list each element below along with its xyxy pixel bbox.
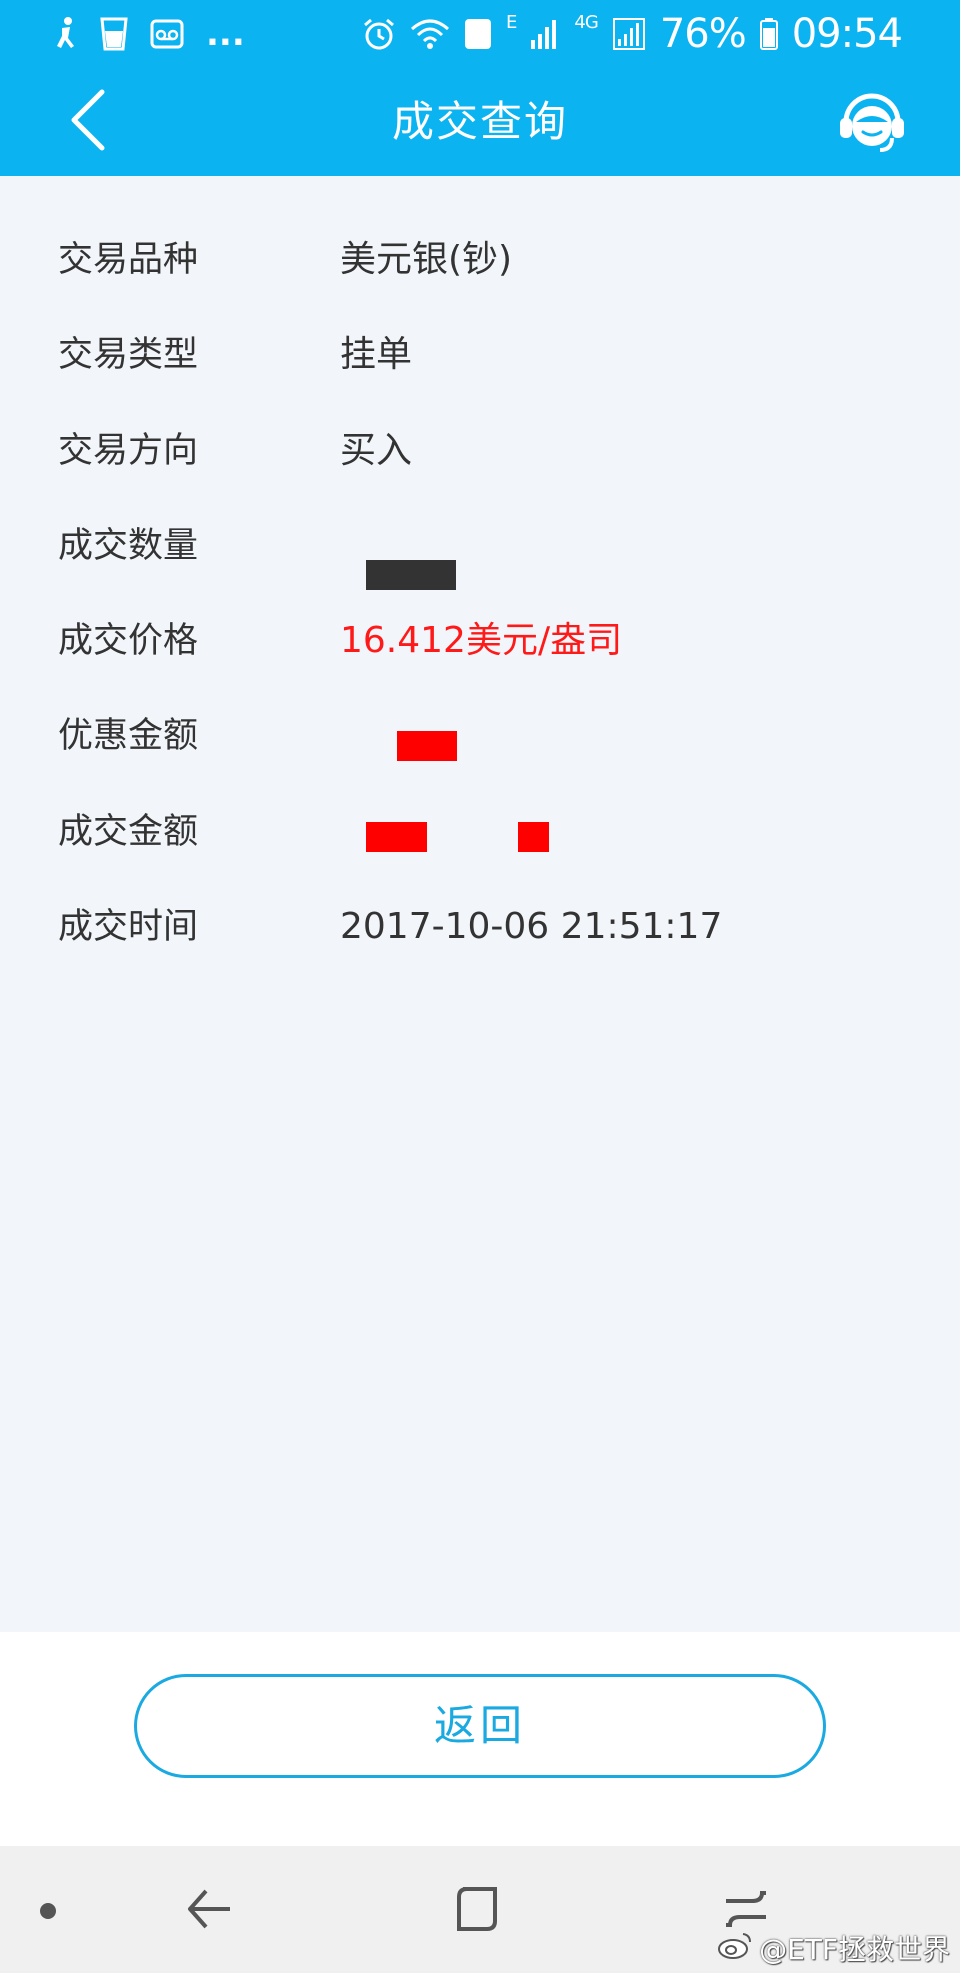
detail-row-time: 成交时间 2017-10-06 21:51:17 <box>0 887 960 967</box>
battery-icon <box>759 18 778 50</box>
action-area: 返回 <box>0 1632 960 1846</box>
detail-row-discount: 优惠金额 <box>0 696 960 776</box>
back-arrow-icon <box>186 1885 234 1937</box>
watermark-text: @ETF拯救世界 <box>759 1933 950 1966</box>
watermark: @ETF拯救世界 <box>717 1928 950 1968</box>
redaction-block <box>397 731 457 761</box>
detail-label: 交易方向 <box>58 431 199 471</box>
system-nav-bar: @ETF拯救世界 <box>0 1846 960 1973</box>
voicemail-icon <box>150 19 184 49</box>
system-back-button[interactable] <box>175 1876 245 1946</box>
customer-service-icon <box>836 93 908 162</box>
page-title: 成交查询 <box>391 97 568 146</box>
detail-row-amount: 成交金额 <box>0 792 960 872</box>
detail-label: 成交数量 <box>58 526 199 566</box>
wifi-icon <box>410 17 450 51</box>
signal-4g-icon <box>612 17 646 51</box>
detail-label: 交易类型 <box>58 335 199 375</box>
redaction-block <box>366 560 456 590</box>
detail-row-direction: 交易方向 买入 <box>0 411 960 491</box>
status-bar-right: E 4G 76% 09:54 <box>362 10 903 58</box>
detail-value: 挂单 <box>340 334 413 375</box>
signal-icon <box>530 18 560 50</box>
network-type-4g: 4G <box>574 12 598 33</box>
detail-label: 成交金额 <box>58 812 199 852</box>
detail-row-quantity: 成交数量 <box>0 506 960 590</box>
status-bar-left: ... <box>52 10 245 58</box>
detail-value: 买入 <box>340 430 413 471</box>
trade-details: 交易品种 美元银(钞) 交易类型 挂单 交易方向 买入 成交数量 成交价格 16… <box>0 176 960 1632</box>
customer-service-button[interactable] <box>836 86 908 158</box>
detail-label: 交易品种 <box>58 240 199 280</box>
screen: ... E 4G 76% 09:54 成交查询 交易品种 美元银(钞) 交易类型… <box>0 0 960 1973</box>
nav-bar: 成交查询 <box>0 68 960 176</box>
cup-icon <box>100 17 128 51</box>
status-bar: ... E 4G 76% 09:54 <box>0 0 960 68</box>
detail-value-price: 16.412美元/盎司 <box>340 620 623 661</box>
recents-icon <box>453 1885 501 1937</box>
detail-label: 成交价格 <box>58 621 199 661</box>
redaction-block <box>518 822 549 852</box>
sim-slot-badge <box>464 18 492 50</box>
detail-row-type: 交易类型 挂单 <box>0 315 960 395</box>
detail-value: 2017-10-06 21:51:17 <box>340 906 723 947</box>
clock: 09:54 <box>791 11 903 57</box>
dot-icon[interactable] <box>40 1903 56 1919</box>
alarm-icon <box>362 17 396 51</box>
runner-icon <box>52 16 78 52</box>
status-overflow: ... <box>206 14 245 54</box>
detail-row-product: 交易品种 美元银(钞) <box>0 220 960 300</box>
network-type-e: E <box>506 12 517 33</box>
detail-value: 美元银(钞) <box>340 239 513 280</box>
battery-percent: 76% <box>659 11 747 57</box>
detail-label: 优惠金额 <box>58 716 199 756</box>
system-recents-button[interactable] <box>442 1876 512 1946</box>
detail-label: 成交时间 <box>58 907 199 947</box>
weibo-icon <box>717 1930 753 1967</box>
return-button[interactable]: 返回 <box>134 1674 826 1778</box>
detail-row-price: 成交价格 16.412美元/盎司 <box>0 601 960 681</box>
redaction-block <box>366 822 427 852</box>
